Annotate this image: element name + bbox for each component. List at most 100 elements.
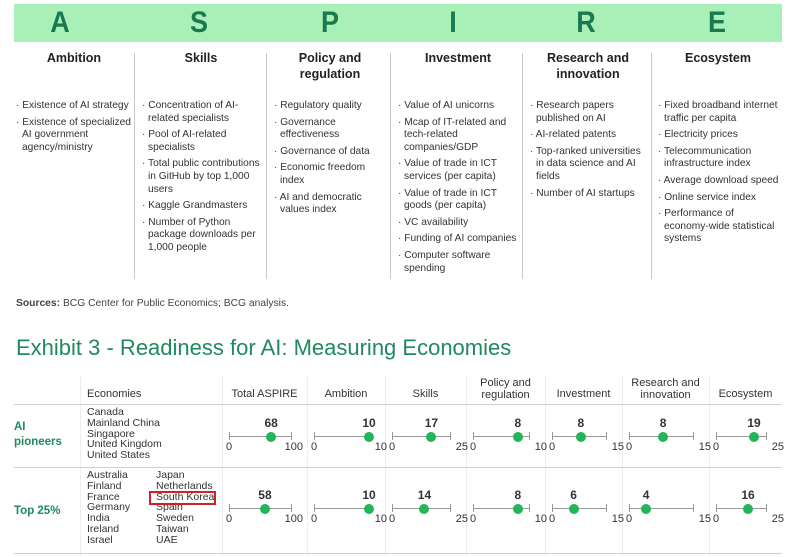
scale-max: 25 xyxy=(455,441,468,453)
row-label: Top 25% xyxy=(14,505,61,517)
scale-axis xyxy=(314,508,369,509)
pillar-item: Electricity prices xyxy=(656,129,780,142)
scale-max: 15 xyxy=(611,513,624,525)
pillar-item: Total public contributions in GitHub by … xyxy=(140,158,262,196)
pillar-items: Fixed broadband internet traffic per cap… xyxy=(656,100,780,246)
column-header: Ambition xyxy=(324,388,368,400)
score-dot xyxy=(658,432,669,442)
column-divider xyxy=(390,53,391,279)
scale-tick xyxy=(693,432,694,440)
pillar-item: AI-related patents xyxy=(528,129,648,142)
scale-min: 0 xyxy=(626,441,633,453)
scale-min: 0 xyxy=(226,513,233,525)
table-column-divider xyxy=(385,376,386,556)
scale-min: 0 xyxy=(549,513,556,525)
economy-name: Finland xyxy=(87,479,122,492)
score-dot xyxy=(575,432,586,442)
pillar-items: Concentration of AI-related specialists P… xyxy=(140,100,262,255)
scale-min: 0 xyxy=(389,513,396,525)
scale-tick xyxy=(473,432,474,440)
pillar-items: Research papers published on AI AI-relate… xyxy=(528,100,648,200)
scale-min: 0 xyxy=(311,513,318,525)
score-dot xyxy=(266,432,277,442)
score-value: 19 xyxy=(747,416,761,430)
pillar-item: Value of trade in ICT goods (per capita) xyxy=(396,188,520,213)
scale-tick xyxy=(716,504,717,512)
scale-axis xyxy=(392,436,450,437)
score-dot xyxy=(641,504,652,514)
row-label: AI pioneers xyxy=(14,421,62,448)
scale-tick xyxy=(229,432,230,440)
scale-min: 0 xyxy=(226,441,233,453)
pillar-item: Economic freedom index xyxy=(272,162,388,187)
scale-max: 10 xyxy=(374,513,387,525)
column-divider xyxy=(134,53,135,279)
scale-tick xyxy=(552,504,553,512)
pillar-item: Average download speed xyxy=(656,175,780,188)
scale-tick xyxy=(766,432,767,440)
pillar-item: Online service index xyxy=(656,192,780,205)
column-divider xyxy=(522,53,523,279)
pillar-title: Investment xyxy=(425,51,491,65)
scale-min: 0 xyxy=(713,513,720,525)
pillar-item: Pool of AI-related specialists xyxy=(140,129,262,154)
score-dot xyxy=(743,504,753,514)
pillar-item: Governance of data xyxy=(272,146,388,159)
scale-min: 0 xyxy=(470,513,477,525)
economies-list: Australia Finland France Germany India Irelan… xyxy=(87,470,130,546)
column-header: Economies xyxy=(87,388,142,400)
scale-tick xyxy=(716,432,717,440)
scale-axis xyxy=(552,508,606,509)
scale-tick xyxy=(766,504,767,512)
pillar-item: Number of AI startups xyxy=(528,188,648,201)
score-value: 68 xyxy=(264,416,278,430)
scale-max: 15 xyxy=(611,441,624,453)
scale-max: 100 xyxy=(284,513,303,525)
pillar-item: Mcap of IT-related and tech-related comp… xyxy=(396,117,520,155)
pillar-item: Value of trade in ICT services (per capi… xyxy=(396,158,520,183)
score-value: 8 xyxy=(514,488,522,502)
scale-axis xyxy=(314,436,369,437)
scale-min: 0 xyxy=(311,441,318,453)
scale-axis xyxy=(229,436,291,437)
scale-tick xyxy=(552,432,553,440)
banner-letter: P xyxy=(320,6,340,39)
scale-max: 25 xyxy=(455,513,468,525)
economy-name: Netherlands xyxy=(156,479,213,492)
row-divider xyxy=(14,553,782,554)
banner-letter: I xyxy=(449,6,457,39)
economy-name: Mainland China xyxy=(87,416,160,429)
pillar-item: Existence of AI strategy xyxy=(14,100,134,113)
column-header: Skills xyxy=(412,388,439,400)
banner-letter: E xyxy=(707,6,727,39)
column-header: Policy and regulation xyxy=(480,377,531,401)
scale-tick xyxy=(314,504,315,512)
score-dot xyxy=(259,504,270,514)
pillar-title: Research and innovation xyxy=(547,51,629,81)
scale-min: 0 xyxy=(713,441,720,453)
pillar-investment: Investment Value of AI unicorns Mcap of IT… xyxy=(396,50,520,280)
score-value: 10 xyxy=(362,416,376,430)
score-value: 8 xyxy=(514,416,522,430)
column-divider xyxy=(266,53,267,279)
scale-max: 15 xyxy=(698,441,711,453)
aspire-banner: ASPIRE xyxy=(14,4,782,42)
scale-tick xyxy=(450,504,451,512)
scale-max: 25 xyxy=(771,441,784,453)
pillar-item: VC availability xyxy=(396,217,520,230)
pillar-items: Regulatory quality Governance effectivene… xyxy=(272,100,388,217)
pillar-ambition: AmbitionExistence of AI strategyExistenc… xyxy=(14,50,134,280)
column-header: Investment xyxy=(556,388,611,400)
column-header: Research and innovation xyxy=(631,377,700,401)
scale-tick xyxy=(629,504,630,512)
banner-letter: R xyxy=(576,6,596,39)
economies-list: Japan Netherlands South Korea Spain Sweden Ta… xyxy=(156,470,214,546)
pillar-title: Ecosystem xyxy=(684,51,751,65)
pillar-title: Policy and regulation xyxy=(298,51,362,81)
score-value: 58 xyxy=(258,488,272,502)
pillar-item: Top-ranked universities in data science … xyxy=(528,146,648,184)
score-dot xyxy=(426,432,437,442)
scale-axis xyxy=(716,508,766,509)
scale-tick xyxy=(606,432,607,440)
score-dot xyxy=(419,504,430,514)
